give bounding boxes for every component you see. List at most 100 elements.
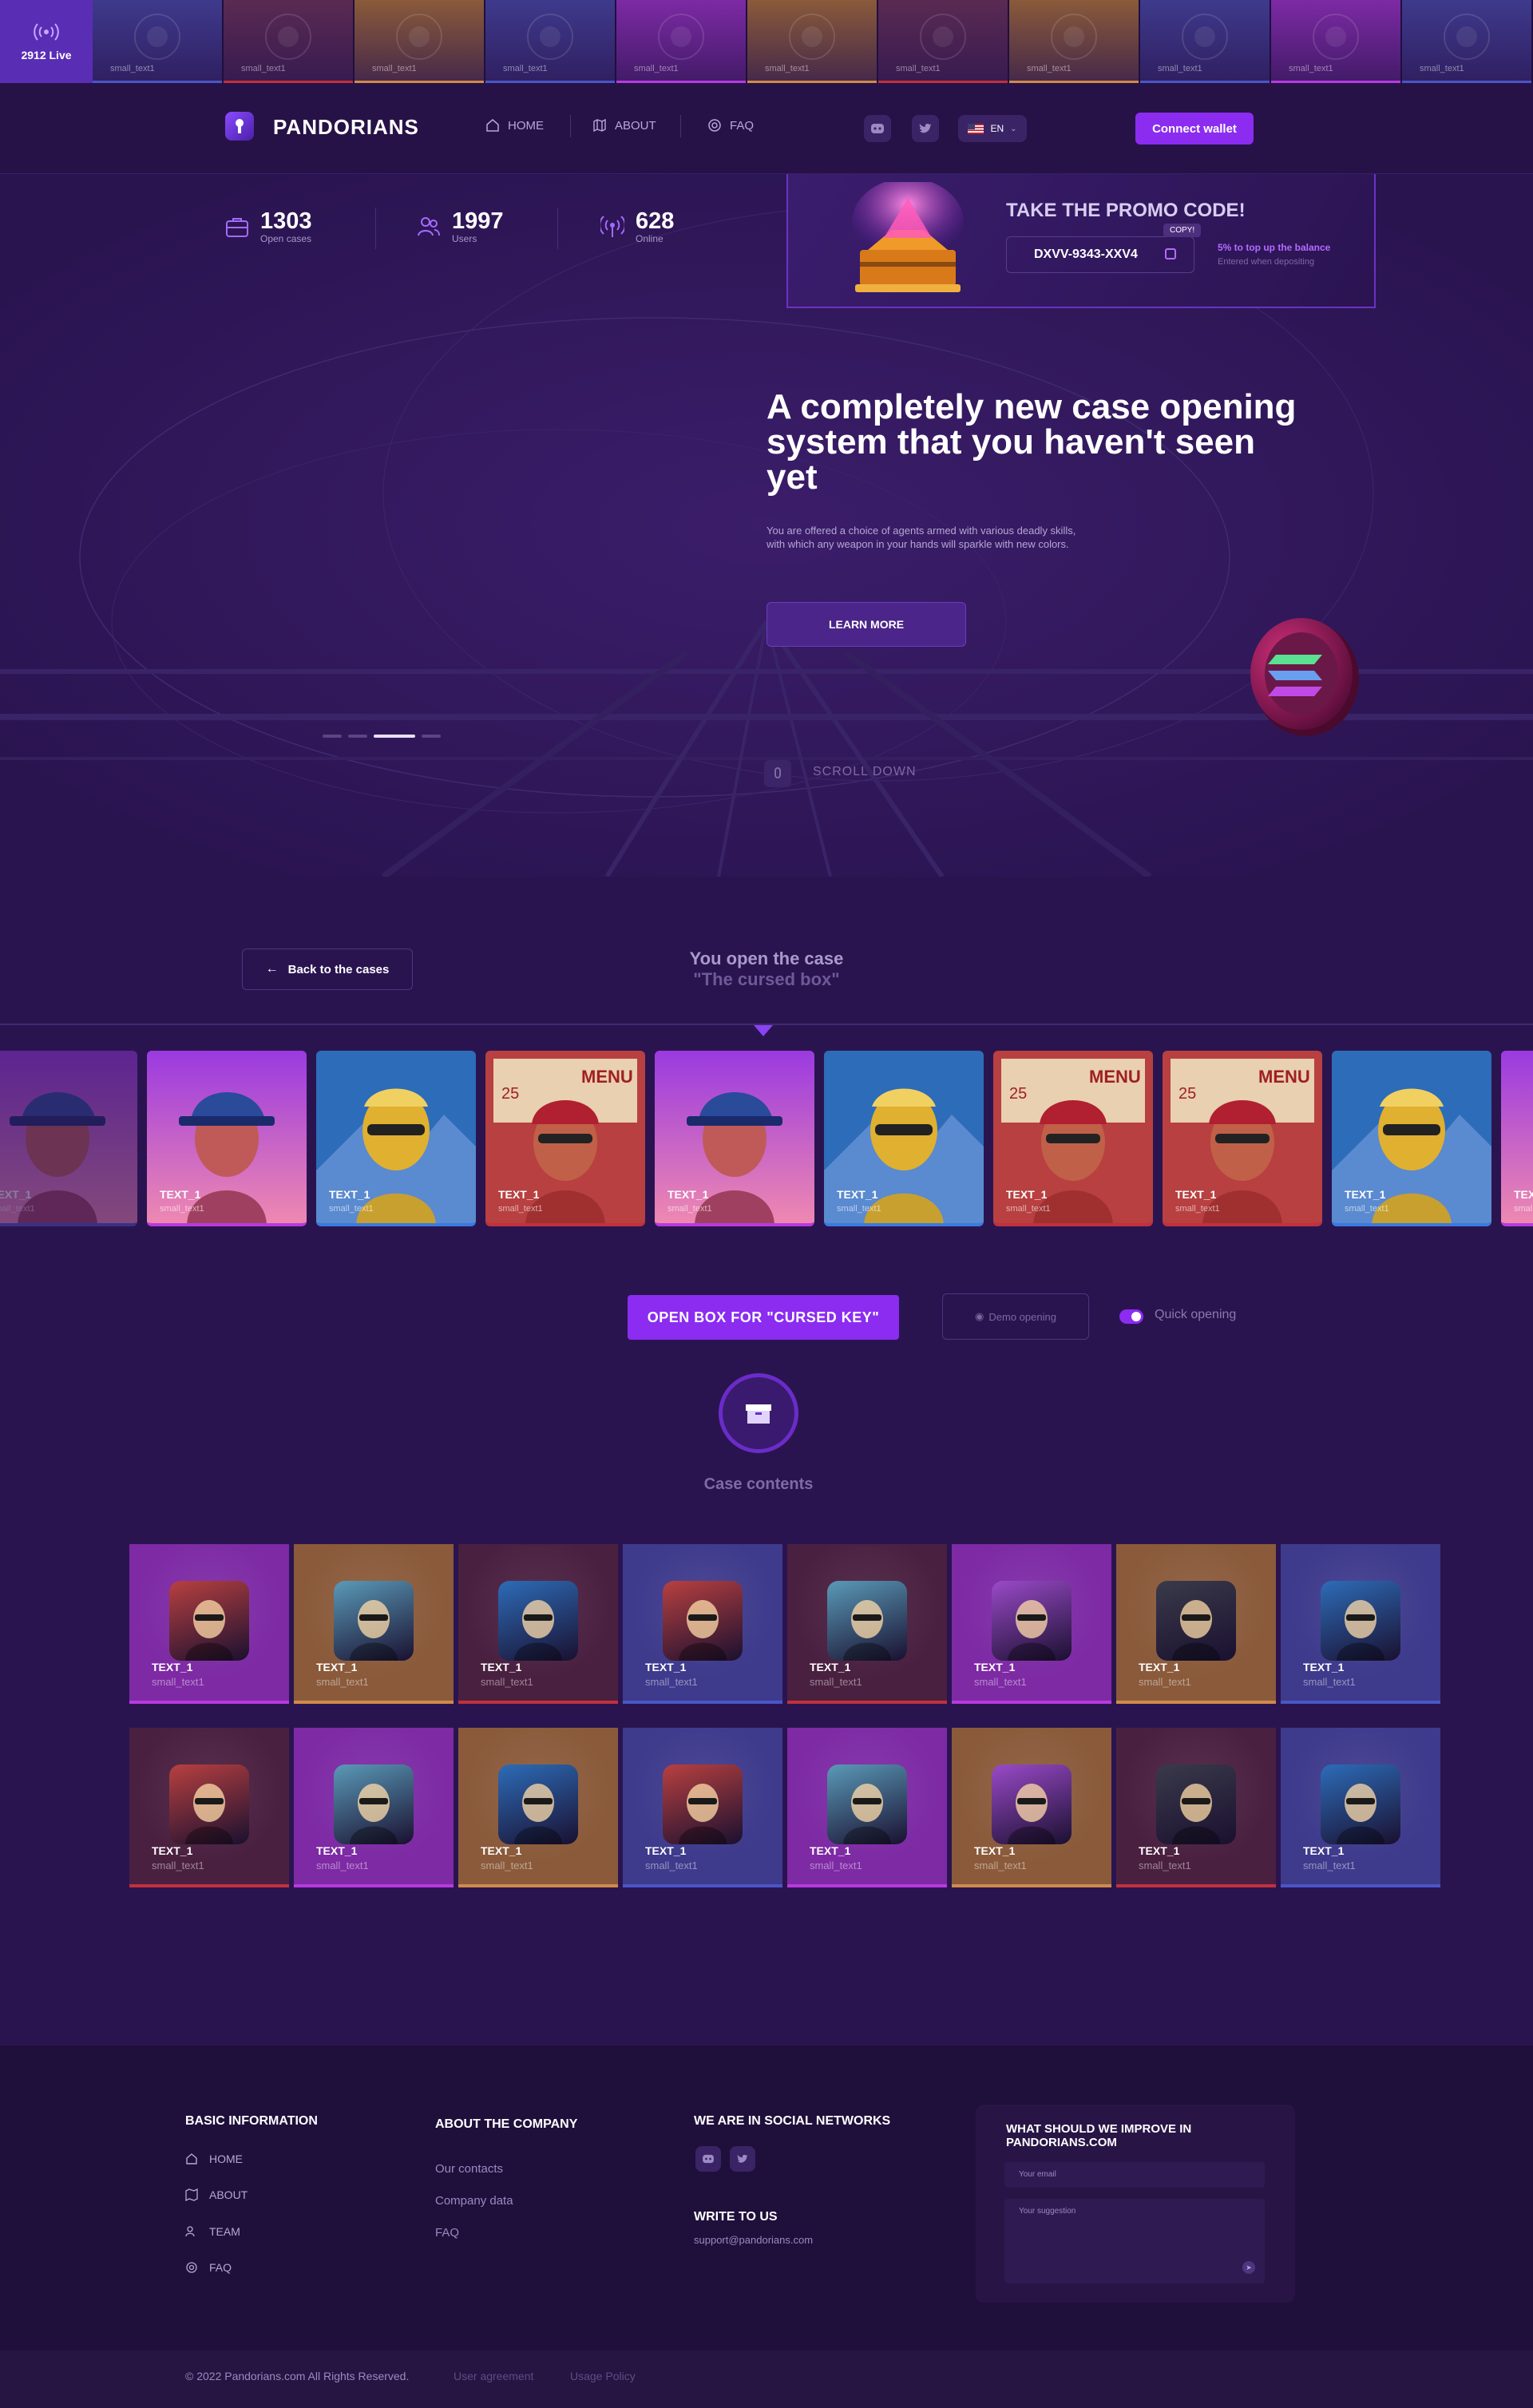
item-title: TEXT_1 [1139,1844,1180,1857]
footer-link-team[interactable]: TEAM [185,2225,240,2238]
case-content-item[interactable]: TEXT_1 small_text1 [787,1544,947,1704]
twitter-button[interactable] [912,115,939,142]
footer-link-company-data[interactable]: Company data [435,2194,513,2208]
footer-link-faq-text[interactable]: FAQ [435,2226,459,2240]
svg-text:25: 25 [501,1085,519,1103]
item-title: TEXT_1 [329,1188,370,1201]
usage-policy-link[interactable]: Usage Policy [570,2370,636,2382]
nav-separator [680,115,681,137]
quick-opening-toggle[interactable] [1119,1309,1143,1324]
item-avatar-icon [827,1764,907,1844]
lifebuoy-icon [708,119,721,132]
quick-opening-label[interactable]: Quick opening [1155,1308,1236,1322]
roll-item-card: MENU 25 TEXT_1 small_text1 [1163,1051,1322,1226]
slider-dot[interactable] [323,735,342,738]
scroll-down-label[interactable]: SCROLL DOWN [813,765,917,779]
demo-opening-button[interactable]: ◉ Demo opening [942,1293,1089,1340]
home-icon [186,2153,197,2164]
live-drop-item[interactable]: small_text1 [485,0,616,83]
case-content-item[interactable]: TEXT_1 small_text1 [623,1728,782,1887]
twitter-icon [919,123,932,133]
case-content-item[interactable]: TEXT_1 small_text1 [458,1728,618,1887]
open-box-button[interactable]: OPEN BOX FOR "CURSED KEY" [628,1295,899,1340]
live-drop-item[interactable]: small_text1 [1402,0,1533,83]
learn-more-button[interactable]: LEARN MORE [766,602,966,647]
case-content-item[interactable]: TEXT_1 small_text1 [1116,1728,1276,1887]
item-title: TEXT_1 [1345,1188,1386,1201]
case-content-item[interactable]: TEXT_1 small_text1 [1281,1728,1440,1887]
live-drop-item[interactable]: small_text1 [224,0,355,83]
discord-icon [871,124,884,133]
footer-link-home[interactable]: HOME [185,2153,243,2165]
send-icon[interactable]: ➤ [1242,2261,1255,2274]
nav-about[interactable]: ABOUT [592,118,656,133]
svg-text:25: 25 [1009,1085,1027,1103]
live-drop-item[interactable]: small_text1 [1140,0,1271,83]
nav-home[interactable]: HOME [485,118,544,133]
roll-item-card: MENU 25 TEXT_1 small_text1 [993,1051,1153,1226]
item-avatar-icon [992,1764,1072,1844]
item-title: TEXT_1 [1303,1661,1345,1673]
eye-icon: ◉ [975,1310,984,1322]
feedback-email-input[interactable]: Your email [1004,2162,1265,2188]
copy-icon[interactable] [1165,248,1176,259]
live-drop-item[interactable]: small_text1 [93,0,224,83]
hero-description: You are offered a choice of agents armed… [766,525,1076,550]
slider-dot[interactable] [348,735,367,738]
case-content-item[interactable]: TEXT_1 small_text1 [1281,1544,1440,1704]
case-roll: TEXT_1small_text1TEXT_1small_text1TEXT_1… [0,1051,1533,1226]
slider-dot-active[interactable] [374,735,415,738]
item-title: TEXT_1 [316,1661,358,1673]
briefcase-icon [226,218,248,237]
drop-avatar-icon [527,13,573,60]
live-drop-item[interactable]: small_text1 [747,0,878,83]
item-title: TEXT_1 [645,1844,687,1857]
footer-discord-button[interactable] [695,2146,721,2172]
logo-mark[interactable] [225,112,254,141]
language-select[interactable]: EN ⌄ [958,115,1027,142]
item-subtitle: small_text1 [1139,1859,1191,1871]
nav-faq[interactable]: FAQ [707,118,754,133]
item-avatar-icon [663,1581,743,1661]
case-content-item[interactable]: TEXT_1 small_text1 [129,1728,289,1887]
live-drop-item[interactable]: small_text1 [616,0,747,83]
user-agreement-link[interactable]: User agreement [454,2370,533,2382]
case-content-item[interactable]: TEXT_1 small_text1 [623,1544,782,1704]
item-subtitle: small_text1 [1175,1204,1220,1214]
item-avatar-icon [1321,1581,1400,1661]
case-content-item[interactable]: TEXT_1 small_text1 [294,1728,454,1887]
discord-button[interactable] [864,115,891,142]
item-subtitle: small_text1 [1139,1676,1191,1688]
case-content-item[interactable]: TEXT_1 small_text1 [1116,1544,1276,1704]
promo-subnote: Entered when depositing [1218,257,1315,267]
connect-wallet-button[interactable]: Connect wallet [1135,113,1254,145]
case-content-item[interactable]: TEXT_1 small_text1 [294,1544,454,1704]
mouse-icon[interactable] [764,760,791,787]
promo-banner: TAKE THE PROMO CODE! DXVV-9343-XXV4 COPY… [786,174,1376,308]
case-content-item[interactable]: TEXT_1 small_text1 [787,1728,947,1887]
footer-twitter-button[interactable] [730,2146,755,2172]
case-content-item[interactable]: TEXT_1 small_text1 [458,1544,618,1704]
live-drop-item[interactable]: small_text1 [1009,0,1140,83]
live-drop-item[interactable]: small_text1 [355,0,485,83]
brand-name[interactable]: PANDORIANS [273,115,419,140]
live-drop-item[interactable]: small_text1 [1271,0,1402,83]
case-content-item[interactable]: TEXT_1 small_text1 [952,1544,1111,1704]
case-content-item[interactable]: TEXT_1 small_text1 [952,1728,1111,1887]
broadcast-icon [600,216,624,237]
footer-link-faq[interactable]: FAQ [185,2261,232,2274]
stat-online: 628 Online [600,209,674,244]
item-subtitle: small_text1 [837,1204,881,1214]
footer-link-contacts[interactable]: Our contacts [435,2162,503,2176]
feedback-suggestion-textarea[interactable]: Your suggestion [1004,2199,1265,2283]
footer-email-link[interactable]: support@pandorians.com [694,2234,813,2246]
back-to-cases-button[interactable]: ← Back to the cases [242,949,413,990]
footer-link-about[interactable]: ABOUT [185,2188,248,2201]
footer-link-label: TEAM [209,2225,240,2238]
promo-code-field[interactable]: DXVV-9343-XXV4 [1006,236,1194,273]
item-title: TEXT_1 [152,1661,193,1673]
slider-dots[interactable] [323,735,441,738]
slider-dot[interactable] [422,735,441,738]
case-content-item[interactable]: TEXT_1 small_text1 [129,1544,289,1704]
live-drop-item[interactable]: small_text1 [878,0,1009,83]
